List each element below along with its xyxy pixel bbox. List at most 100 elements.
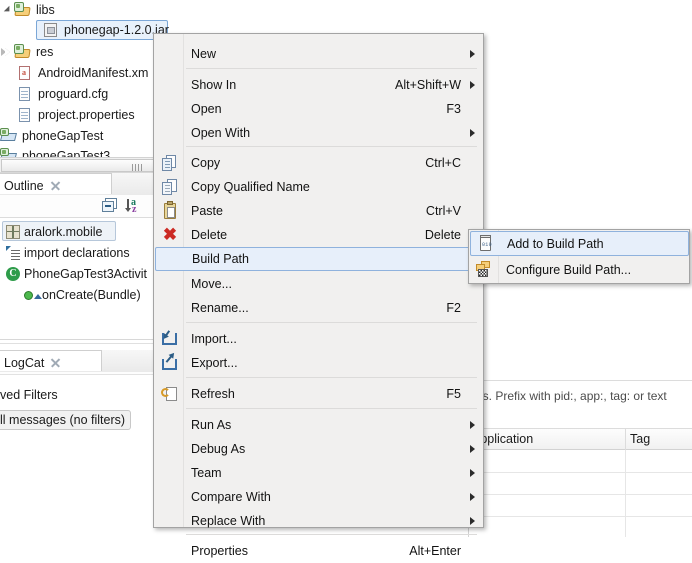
tree-item-libs[interactable]: libs xyxy=(2,0,55,20)
close-icon[interactable] xyxy=(50,180,61,191)
menu-item-rename[interactable]: Rename... F2 xyxy=(155,296,483,320)
public-method-icon xyxy=(22,286,42,304)
sort-alphabetical-icon[interactable]: az xyxy=(125,197,143,215)
scrollbar-grip-icon xyxy=(132,164,144,171)
menu-separator xyxy=(186,68,477,69)
chevron-right-icon xyxy=(470,493,475,501)
menu-item-refresh[interactable]: Refresh F5 xyxy=(155,382,483,406)
menu-item-label: Copy xyxy=(191,156,221,170)
tree-item-label: AndroidManifest.xm xyxy=(38,66,149,80)
build-path-submenu[interactable]: Add to Build Path Configure Build Path..… xyxy=(468,229,690,284)
menu-item-label: Build Path xyxy=(192,252,249,266)
menu-item-label: Export... xyxy=(191,356,238,370)
tree-item-phonegaptest[interactable]: phoneGapTest xyxy=(0,126,103,146)
menu-item-replace-with[interactable]: Replace With xyxy=(155,509,483,533)
menu-separator xyxy=(186,146,477,147)
submenu-item-configure-build-path[interactable]: Configure Build Path... xyxy=(470,257,689,282)
chevron-right-icon xyxy=(470,469,475,477)
menu-item-label: Show In xyxy=(191,78,237,92)
column-header-tag[interactable]: Tag xyxy=(630,432,650,446)
table-column-line xyxy=(625,450,626,537)
menu-item-label: Compare With xyxy=(191,490,271,504)
menu-item-paste[interactable]: Paste Ctrl+V xyxy=(155,199,483,223)
menu-item-delete[interactable]: ✖ Delete Delete xyxy=(155,223,483,247)
menu-item-label: Run As xyxy=(191,418,232,432)
configure-build-path-icon xyxy=(475,260,493,278)
menu-item-label: Import... xyxy=(191,332,237,346)
menu-item-move[interactable]: Move... xyxy=(155,272,483,296)
menu-item-label: Properties xyxy=(191,544,248,558)
outline-item-class[interactable]: C PhoneGapTest3Activit xyxy=(4,263,147,284)
menu-item-show-in[interactable]: Show In Alt+Shift+W xyxy=(155,73,483,97)
submenu-item-label: Add to Build Path xyxy=(507,236,604,251)
tree-item-phonegap-jar[interactable]: phonegap-1.2.0.jar xyxy=(42,20,169,40)
java-project-icon xyxy=(0,127,18,145)
menu-item-label: Rename... xyxy=(191,301,249,315)
table-row[interactable] xyxy=(468,516,692,517)
logcat-view: LogCat ved Filters ll messages (no filte… xyxy=(0,350,170,537)
filter-all-messages-button[interactable]: ll messages (no filters) xyxy=(0,410,132,430)
menu-item-copy[interactable]: Copy Ctrl+C xyxy=(155,151,483,175)
menu-item-new[interactable]: New xyxy=(155,42,483,66)
menu-item-label: Debug As xyxy=(191,442,246,456)
menu-item-accelerator: F2 xyxy=(446,301,461,315)
paste-icon xyxy=(161,201,179,220)
menu-item-label: Team xyxy=(191,466,222,480)
submenu-item-label: Configure Build Path... xyxy=(506,262,632,277)
menu-item-open[interactable]: Open F3 xyxy=(155,97,483,121)
menu-item-label: Open xyxy=(191,102,222,116)
collapse-twisty-icon[interactable] xyxy=(1,42,14,62)
outline-item-label: onCreate(Bundle) xyxy=(42,287,141,302)
expand-twisty-icon[interactable] xyxy=(2,0,14,20)
outline-view: Outline az aralork.mobile import declara… xyxy=(0,173,170,338)
menu-item-compare-with[interactable]: Compare With xyxy=(155,485,483,509)
menu-item-label: Open With xyxy=(191,126,251,140)
submenu-item-add-to-build-path[interactable]: Add to Build Path xyxy=(470,231,689,256)
outline-item-package[interactable]: aralork.mobile xyxy=(4,221,103,242)
menu-item-label: New xyxy=(191,47,217,61)
logcat-tab-label: LogCat xyxy=(4,355,45,370)
tab-outline[interactable]: Outline xyxy=(0,173,112,194)
menu-item-accelerator: Ctrl+C xyxy=(425,156,461,170)
table-row[interactable] xyxy=(468,494,692,495)
column-divider[interactable] xyxy=(625,429,626,451)
outline-item-label: import declarations xyxy=(24,245,130,260)
menu-item-team[interactable]: Team xyxy=(155,461,483,485)
menu-item-accelerator: Alt+Shift+W xyxy=(395,78,461,92)
tab-logcat[interactable]: LogCat xyxy=(0,350,102,371)
tree-item-proguard-cfg[interactable]: proguard.cfg xyxy=(16,84,108,104)
outline-item-oncreate[interactable]: onCreate(Bundle) xyxy=(22,284,141,305)
tree-item-res[interactable]: res xyxy=(1,42,54,62)
chevron-right-icon xyxy=(470,81,475,89)
menu-separator xyxy=(186,534,477,535)
collapse-all-icon[interactable] xyxy=(102,198,119,214)
chevron-right-icon xyxy=(470,129,475,137)
context-menu[interactable]: New Show In Alt+Shift+W Open F3 Open Wit… xyxy=(153,33,484,558)
menu-item-properties[interactable]: Properties Alt+Enter xyxy=(155,539,483,563)
menu-item-build-path[interactable]: Build Path xyxy=(155,247,483,271)
menu-item-import[interactable]: Import... xyxy=(155,327,483,351)
outline-item-label: PhoneGapTest3Activit xyxy=(24,266,147,281)
chevron-right-icon xyxy=(470,421,475,429)
tree-item-label: phoneGapTest xyxy=(22,129,104,143)
menu-item-copy-qualified-name[interactable]: Copy Qualified Name xyxy=(155,175,483,199)
menu-item-label: Move... xyxy=(191,277,232,291)
table-row[interactable] xyxy=(468,472,692,473)
tree-item-project-properties[interactable]: project.properties xyxy=(16,105,135,125)
close-icon[interactable] xyxy=(50,357,61,368)
menu-item-open-with[interactable]: Open With xyxy=(155,121,483,145)
tree-item-label: res xyxy=(36,45,54,59)
menu-separator xyxy=(186,408,477,409)
menu-item-debug-as[interactable]: Debug As xyxy=(155,437,483,461)
menu-item-export[interactable]: Export... xyxy=(155,351,483,375)
menu-item-run-as[interactable]: Run As xyxy=(155,413,483,437)
outline-item-imports[interactable]: import declarations xyxy=(4,242,130,263)
menu-item-label: Delete xyxy=(191,228,228,242)
logcat-table-header: Application Tag xyxy=(468,428,692,451)
menu-item-label: Replace With xyxy=(191,514,266,528)
import-icon xyxy=(161,330,179,348)
logcat-top-divider xyxy=(468,380,692,381)
tree-item-android-manifest[interactable]: AndroidManifest.xm xyxy=(16,63,148,83)
chevron-right-icon xyxy=(470,517,475,525)
outline-toolbar: az xyxy=(0,195,170,218)
